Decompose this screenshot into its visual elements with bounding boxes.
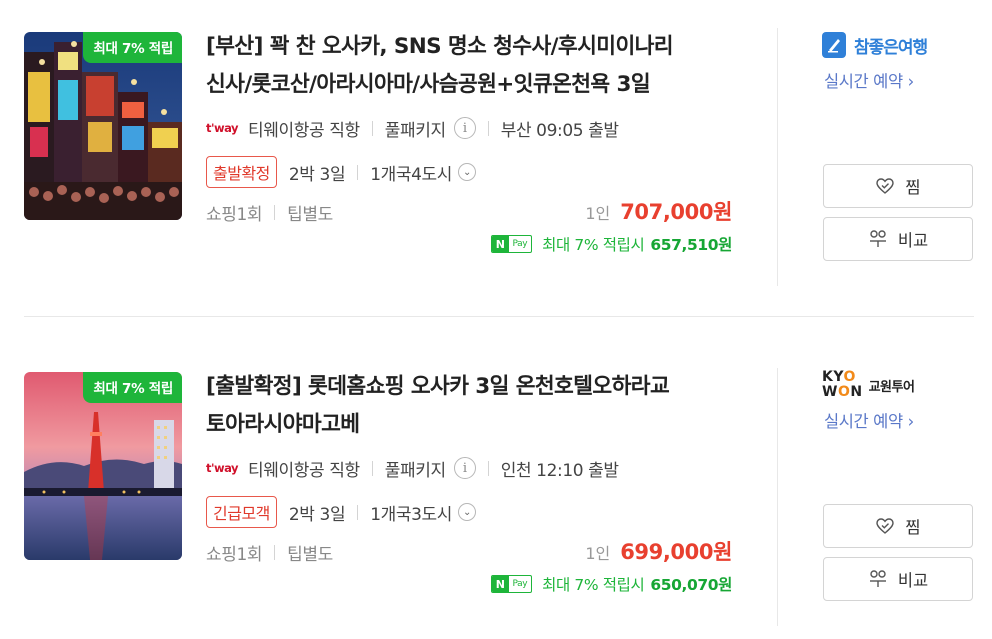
trip-duration: 2박 3일 <box>288 504 346 525</box>
divider <box>274 204 276 220</box>
tip-info: 팁별도 <box>287 544 333 565</box>
heart-check-icon <box>875 177 895 195</box>
product-extra: 쇼핑1회 팁별도 <box>206 538 333 566</box>
npay-n: N <box>491 236 509 252</box>
divider <box>371 120 373 136</box>
price-unit: 1인 <box>585 204 611 223</box>
product-meta: t'way 티웨이항공 직항 풀패키지 i 인천 12:10 출발 <box>206 453 619 483</box>
vertical-divider <box>777 368 778 626</box>
product-title-line: [출발확정] 롯데홈쇼핑 오사카 3일 온천호텔오하라교 <box>206 374 670 399</box>
divider <box>274 544 276 560</box>
price: 1인 707,000원 <box>585 196 732 226</box>
vendor-logo-text: O <box>843 369 856 385</box>
compare-button[interactable]: 비교 <box>823 557 973 601</box>
product-extra: 쇼핑1회 팁별도 <box>206 198 333 226</box>
npay-icon: N Pay <box>490 575 533 593</box>
wish-label: 찜 <box>905 178 921 197</box>
vendor-logo-text: O <box>837 384 851 400</box>
chevron-down-icon[interactable]: ⌄ <box>458 163 477 181</box>
status-tag: 긴급모객 <box>206 496 277 528</box>
wish-label: 찜 <box>905 518 921 537</box>
divider <box>357 164 359 180</box>
vendor-logo-text: KY <box>822 369 844 385</box>
npay-reward: N Pay 최대 7% 적립시 657,510원 <box>490 233 732 255</box>
product-details: 긴급모객 2박 3일 1개국3도시 ⌄ <box>206 496 477 528</box>
card-divider <box>24 316 974 317</box>
product-thumbnail[interactable]: 최대 7% 적립 <box>24 372 182 560</box>
compare-label: 비교 <box>897 571 929 590</box>
divider <box>371 460 373 476</box>
compare-icon <box>868 229 888 249</box>
wish-button[interactable]: 찜 <box>823 164 973 208</box>
info-icon[interactable]: i <box>453 117 476 139</box>
price-amount: 699,000원 <box>620 540 732 564</box>
tip-info: 팁별도 <box>287 204 333 225</box>
npay-price: 650,070원 <box>650 576 732 594</box>
departure-info: 부산 09:05 출발 <box>500 120 619 141</box>
compare-label: 비교 <box>897 231 929 250</box>
package-type: 풀패키지 <box>384 460 446 481</box>
cities-count: 1개국4도시 <box>370 164 453 185</box>
npay-price: 657,510원 <box>650 236 732 254</box>
vendor-logo[interactable]: KYO WON 교원투어 <box>822 370 915 400</box>
heart-check-icon <box>875 517 895 535</box>
vendor-logo[interactable]: 참좋은여행 <box>822 30 928 60</box>
vendor-name: 교원투어 <box>868 379 915 395</box>
divider <box>357 504 359 520</box>
airline-logo: t'way <box>206 461 239 475</box>
vendor-logo-icon <box>822 32 846 58</box>
product-details: 출발확정 2박 3일 1개국4도시 ⌄ <box>206 156 477 188</box>
reward-badge: 최대 7% 적립 <box>83 372 182 403</box>
trip-duration: 2박 3일 <box>288 164 346 185</box>
divider <box>487 460 489 476</box>
realtime-booking-link[interactable]: 실시간 예약 › <box>824 68 914 92</box>
npay-reward: N Pay 최대 7% 적립시 650,070원 <box>490 573 732 595</box>
wish-button[interactable]: 찜 <box>823 504 973 548</box>
product-card: 최대 7% 적립 [부산] 꽉 찬 오사카, SNS 명소 청수사/후시미이나리… <box>0 0 992 300</box>
product-meta: t'way 티웨이항공 직항 풀패키지 i 부산 09:05 출발 <box>206 113 619 143</box>
product-title[interactable]: [출발확정] 롯데홈쇼핑 오사카 3일 온천호텔오하라교 토아라시야마고베 <box>206 368 746 444</box>
compare-icon <box>868 569 888 589</box>
product-card: 최대 7% 적립 [출발확정] 롯데홈쇼핑 오사카 3일 온천호텔오하라교 토아… <box>0 340 992 639</box>
shopping-count: 쇼핑1회 <box>206 204 263 225</box>
product-title[interactable]: [부산] 꽉 찬 오사카, SNS 명소 청수사/후시미이나리 신사/롯코산/아… <box>206 28 746 104</box>
vendor-logo-text: W <box>822 384 838 400</box>
divider <box>487 120 489 136</box>
realtime-booking-link[interactable]: 실시간 예약 › <box>824 408 914 432</box>
product-thumbnail[interactable]: 최대 7% 적립 <box>24 32 182 220</box>
cities-count: 1개국3도시 <box>370 504 453 525</box>
info-icon[interactable]: i <box>453 457 476 479</box>
product-title-line: [부산] 꽉 찬 오사카, SNS 명소 청수사/후시미이나리 <box>206 34 674 59</box>
chevron-down-icon[interactable]: ⌄ <box>458 503 477 521</box>
vendor-name: 참좋은여행 <box>854 37 928 58</box>
airline-logo: t'way <box>206 121 239 135</box>
vendor-logo-mark: KYO WON <box>822 370 863 400</box>
vendor-logo-text: N <box>850 384 863 400</box>
npay-n: N <box>491 576 509 592</box>
npay-pay: Pay <box>512 579 528 589</box>
price: 1인 699,000원 <box>585 536 732 566</box>
airline-name: 티웨이항공 직항 <box>248 120 360 141</box>
package-type: 풀패키지 <box>384 120 446 141</box>
departure-info: 인천 12:10 출발 <box>500 460 619 481</box>
status-tag: 출발확정 <box>206 156 277 188</box>
npay-text: 최대 7% 적립시 <box>542 576 645 594</box>
npay-text: 최대 7% 적립시 <box>542 236 645 254</box>
product-title-line: 신사/롯코산/아라시아마/사슴공원+잇큐온천욕 3일 <box>206 72 651 97</box>
npay-icon: N Pay <box>490 235 533 253</box>
compare-button[interactable]: 비교 <box>823 217 973 261</box>
reward-badge: 최대 7% 적립 <box>83 32 182 63</box>
airline-name: 티웨이항공 직항 <box>248 460 360 481</box>
npay-pay: Pay <box>512 239 528 249</box>
shopping-count: 쇼핑1회 <box>206 544 263 565</box>
price-amount: 707,000원 <box>620 200 732 224</box>
product-title-line: 토아라시야마고베 <box>206 412 360 437</box>
vertical-divider <box>777 28 778 286</box>
price-unit: 1인 <box>585 544 611 563</box>
